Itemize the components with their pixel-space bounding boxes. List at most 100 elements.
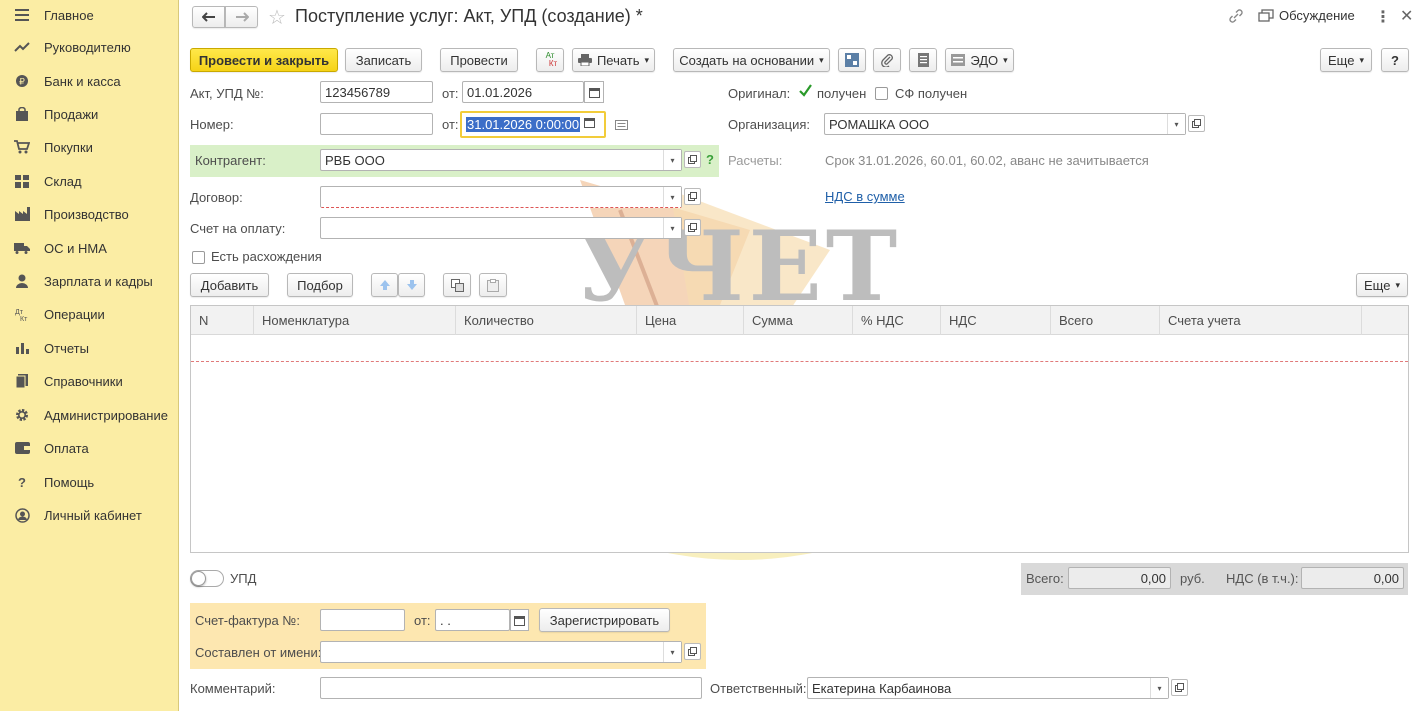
more-button[interactable]: Еще ▾ bbox=[1320, 48, 1372, 72]
sidebar-item-label: Справочники bbox=[44, 373, 123, 389]
post-and-close-button[interactable]: Провести и закрыть bbox=[190, 48, 338, 72]
contract-field[interactable] bbox=[320, 186, 682, 208]
structure-button[interactable] bbox=[838, 48, 866, 72]
arrow-right-icon bbox=[235, 12, 249, 22]
sidebar-item-directories[interactable]: Справочники bbox=[0, 366, 179, 396]
act-number-field[interactable]: 123456789 bbox=[320, 81, 433, 103]
move-down-button[interactable] bbox=[398, 273, 425, 297]
sidebar-item-production[interactable]: Производство bbox=[0, 199, 179, 229]
more-vertical-icon[interactable]: ⋮ bbox=[1375, 7, 1391, 27]
responsible-field[interactable]: Екатерина Карбаинова bbox=[807, 677, 1169, 699]
number-field[interactable] bbox=[320, 113, 433, 135]
col-vat[interactable]: НДС bbox=[941, 306, 1051, 335]
sidebar-item-salary[interactable]: Зарплата и кадры bbox=[0, 266, 179, 296]
attach-button[interactable] bbox=[873, 48, 901, 72]
move-up-button[interactable] bbox=[371, 273, 398, 297]
paste-button[interactable] bbox=[479, 273, 507, 297]
contractor-field[interactable]: РВБ ООО bbox=[320, 149, 682, 171]
sidebar-item-reports[interactable]: Отчеты bbox=[0, 333, 179, 363]
close-icon[interactable]: ✕ bbox=[1400, 6, 1413, 26]
sidebar-item-purchases[interactable]: Покупки bbox=[0, 132, 179, 162]
gear-icon bbox=[0, 408, 44, 422]
organization-open-icon[interactable] bbox=[1188, 115, 1205, 132]
page-title: Поступление услуг: Акт, УПД (создание) * bbox=[295, 6, 643, 26]
select-button[interactable]: Подбор bbox=[287, 273, 353, 297]
print-button[interactable]: Печать ▾ bbox=[572, 48, 655, 72]
sf-received-checkbox[interactable] bbox=[875, 87, 888, 100]
sidebar-item-assets[interactable]: ОС и НМА bbox=[0, 233, 179, 263]
truck-icon bbox=[0, 242, 44, 254]
sidebar-item-operations[interactable]: Дт Кт Операции bbox=[0, 299, 179, 329]
col-accounts[interactable]: Счета учета bbox=[1160, 306, 1362, 335]
col-quantity[interactable]: Количество bbox=[456, 306, 637, 335]
act-date-field[interactable]: 01.01.2026 bbox=[462, 81, 584, 103]
edo-button[interactable]: ЭДО ▾ bbox=[945, 48, 1014, 72]
comment-field[interactable] bbox=[320, 677, 702, 699]
col-nomenclature[interactable]: Номенклатура bbox=[254, 306, 456, 335]
save-button[interactable]: Записать bbox=[345, 48, 422, 72]
items-table[interactable]: N Номенклатура Количество Цена Сумма % Н… bbox=[190, 305, 1409, 553]
responsible-dropdown-icon[interactable]: ▾ bbox=[1150, 678, 1168, 698]
invoice-field[interactable] bbox=[320, 217, 682, 239]
composed-dropdown-icon[interactable]: ▾ bbox=[663, 642, 681, 662]
calendar-icon[interactable] bbox=[584, 116, 595, 131]
sf-number-label: Счет-фактура №: bbox=[195, 613, 300, 628]
organization-field[interactable]: РОМАШКА ООО bbox=[824, 113, 1186, 135]
table-row[interactable] bbox=[191, 336, 1408, 362]
settlements-value[interactable]: Срок 31.01.2026, 60.01, 60.02, аванс не … bbox=[825, 153, 1149, 168]
comment-list-icon[interactable] bbox=[615, 118, 628, 133]
sidebar-item-account[interactable]: Личный кабинет bbox=[0, 500, 179, 530]
post-button[interactable]: Провести bbox=[440, 48, 518, 72]
invoice-open-icon[interactable] bbox=[684, 219, 701, 236]
add-button[interactable]: Добавить bbox=[190, 273, 269, 297]
sf-calendar-button[interactable] bbox=[510, 609, 529, 631]
sidebar-item-label: Личный кабинет bbox=[44, 507, 142, 523]
sidebar-item-admin[interactable]: Администрирование bbox=[0, 400, 179, 430]
favorite-star-icon[interactable]: ☆ bbox=[268, 5, 286, 30]
composed-field[interactable] bbox=[320, 641, 682, 663]
sidebar-item-main[interactable]: Главное bbox=[0, 0, 179, 30]
col-sum[interactable]: Сумма bbox=[744, 306, 853, 335]
sidebar-item-help[interactable]: ? Помощь bbox=[0, 467, 179, 497]
help-button[interactable]: ? bbox=[1381, 48, 1409, 72]
sidebar-item-warehouse[interactable]: Склад bbox=[0, 166, 179, 196]
discussion-button[interactable]: Обсуждение bbox=[1258, 8, 1355, 23]
act-date-from-label: от: bbox=[442, 86, 459, 101]
received-checkbox[interactable] bbox=[798, 83, 813, 101]
register-button[interactable]: Зарегистрировать bbox=[539, 608, 670, 632]
sidebar-item-sales[interactable]: Продажи bbox=[0, 99, 179, 129]
sidebar-item-manager[interactable]: Руководителю bbox=[0, 32, 179, 62]
invoice-dropdown-icon[interactable]: ▾ bbox=[663, 218, 681, 238]
contractor-help-icon[interactable]: ? bbox=[706, 152, 714, 167]
composed-open-icon[interactable] bbox=[684, 643, 701, 660]
link-icon[interactable] bbox=[1228, 8, 1244, 27]
col-vat-rate[interactable]: % НДС bbox=[853, 306, 941, 335]
calendar-button[interactable] bbox=[584, 81, 604, 103]
discrepancy-checkbox[interactable] bbox=[192, 251, 205, 264]
col-price[interactable]: Цена bbox=[637, 306, 744, 335]
table-more-button[interactable]: Еще ▾ bbox=[1356, 273, 1408, 297]
sf-number-field[interactable] bbox=[320, 609, 405, 631]
upd-toggle[interactable] bbox=[190, 570, 224, 587]
sf-date-field[interactable]: . . bbox=[435, 609, 510, 631]
responsible-open-icon[interactable] bbox=[1171, 679, 1188, 696]
forward-button[interactable] bbox=[225, 6, 258, 28]
edo-icon bbox=[951, 54, 966, 66]
contractor-open-icon[interactable] bbox=[684, 151, 701, 168]
bar-chart-icon bbox=[0, 342, 44, 354]
dt-kt-button[interactable]: Ат Кт bbox=[536, 48, 564, 72]
col-n[interactable]: N bbox=[191, 306, 254, 335]
contract-dropdown-icon[interactable]: ▾ bbox=[663, 187, 681, 207]
sidebar-item-payment[interactable]: Оплата bbox=[0, 433, 179, 463]
copy-row-button[interactable] bbox=[443, 273, 471, 297]
report-button[interactable] bbox=[909, 48, 937, 72]
sidebar-item-bank[interactable]: ₽ Банк и касса bbox=[0, 66, 179, 96]
col-total[interactable]: Всего bbox=[1051, 306, 1160, 335]
edo-label: ЭДО bbox=[970, 52, 999, 68]
contract-open-icon[interactable] bbox=[684, 188, 701, 205]
contractor-dropdown-icon[interactable]: ▾ bbox=[663, 150, 681, 170]
back-button[interactable] bbox=[192, 6, 225, 28]
create-based-button[interactable]: Создать на основании ▾ bbox=[673, 48, 830, 72]
vat-in-sum-link[interactable]: НДС в сумме bbox=[825, 189, 905, 204]
organization-dropdown-icon[interactable]: ▾ bbox=[1167, 114, 1185, 134]
